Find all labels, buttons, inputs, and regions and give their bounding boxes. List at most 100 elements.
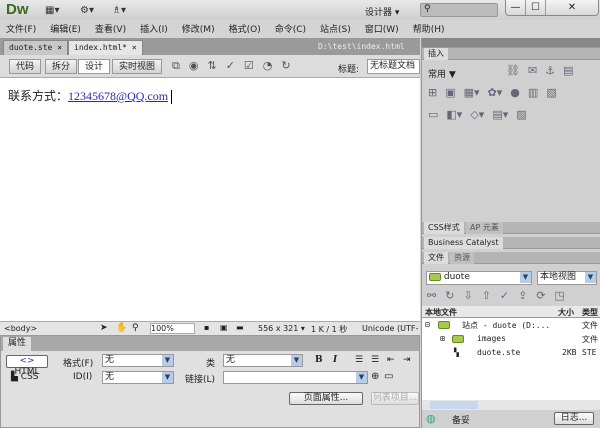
window-size[interactable]: 556 x 321 ▾ (258, 324, 305, 333)
hand-tool-icon[interactable]: ✋ (116, 323, 127, 333)
select-tool-icon[interactable]: ➤ (100, 323, 108, 333)
desktop-size-icon[interactable]: ▬ (236, 323, 244, 332)
layout-icon[interactable]: ▦▾ (45, 5, 59, 16)
gear-icon[interactable]: ⚙▾ (80, 5, 94, 16)
column-type[interactable]: 类型 (582, 307, 598, 318)
multiscreen-icon[interactable]: ⧉ (172, 59, 180, 73)
templates-icon[interactable]: ▤▾ (492, 108, 508, 121)
menu-window[interactable]: 窗口(W) (365, 22, 399, 35)
html-mode-button[interactable]: <> HTML (6, 355, 48, 377)
indent-icon[interactable]: ⇥ (403, 355, 411, 365)
close-icon[interactable]: × (132, 43, 137, 52)
menu-file[interactable]: 文件(F) (6, 22, 36, 35)
connect-icon[interactable]: ⚯ (427, 289, 436, 302)
browse-folder-icon[interactable]: ▭ (384, 371, 393, 382)
refresh-icon[interactable]: ↻ (281, 59, 290, 73)
page-properties-button[interactable]: 页面属性... (289, 392, 363, 405)
point-to-file-icon[interactable]: ⊕ (371, 371, 379, 382)
hyperlink-icon[interactable]: ⛓ (506, 64, 520, 77)
menu-help[interactable]: 帮助(H) (413, 22, 445, 35)
file-row-site[interactable]: ⊟ 站点 - duote (D:... 文件 (422, 320, 600, 332)
file-management-icon[interactable]: ⇅ (207, 59, 216, 73)
split-view-button[interactable]: 拆分 (45, 59, 78, 74)
tab-ap-elements[interactable]: AP 元素 (466, 222, 503, 234)
email-link-icon[interactable]: ✉ (528, 64, 537, 77)
browser-check-icon[interactable]: ☑ (244, 59, 254, 73)
workspace-switcher[interactable]: 设计器 ▾ (365, 5, 399, 18)
tab-index-html[interactable]: index.html* × (68, 40, 143, 55)
zoom-tool-icon[interactable]: ⚲ (132, 323, 139, 333)
table-icon[interactable]: ▤ (563, 64, 573, 77)
zoom-select[interactable]: 100% (150, 323, 195, 334)
menu-edit[interactable]: 编辑(E) (50, 22, 81, 35)
tab-files[interactable]: 文件 (424, 252, 448, 264)
tab-properties[interactable]: 属性 (3, 337, 32, 351)
menu-view[interactable]: 查看(V) (95, 22, 126, 35)
tablet-size-icon[interactable]: ▣ (220, 323, 228, 332)
widget-icon[interactable]: ● (510, 86, 520, 99)
anchor-icon[interactable]: ⚓ (545, 64, 555, 77)
refresh-icon[interactable]: ↻ (445, 289, 454, 302)
get-files-icon[interactable]: ⇩ (463, 289, 472, 302)
column-size[interactable]: 大小 (558, 307, 574, 318)
horizontal-scrollbar[interactable] (422, 400, 600, 410)
scrollbar-thumb[interactable] (430, 401, 478, 409)
design-view-button[interactable]: 设计 (78, 59, 111, 74)
id-select[interactable]: 无 ▼ (102, 371, 174, 384)
media-icon[interactable]: ✿▾ (488, 86, 503, 99)
minimize-button[interactable]: — (506, 0, 526, 15)
file-row-images[interactable]: ⊞ images 文件 (422, 334, 600, 346)
mobile-size-icon[interactable]: ▪ (204, 323, 209, 332)
file-row-duote-ste[interactable]: ▚ duote.ste 2KB STE (422, 348, 600, 360)
div-icon[interactable]: ⊞ (428, 86, 437, 99)
title-input[interactable]: 无标题文档 (367, 59, 420, 74)
tab-insert[interactable]: 插入 (424, 48, 448, 60)
expand-icon[interactable]: ◳ (555, 289, 565, 302)
log-button[interactable]: 日志... (554, 412, 594, 425)
format-select[interactable]: 无 ▼ (102, 354, 174, 367)
class-select[interactable]: 无 ▼ (223, 354, 303, 367)
tag-chooser-icon[interactable]: ▨ (516, 108, 526, 121)
ap-div-icon[interactable]: ▣ (445, 86, 455, 99)
design-canvas[interactable]: 联系方式：12345678@QQ.com (0, 78, 420, 321)
image-icon[interactable]: ▦▾ (464, 86, 480, 99)
view-select[interactable]: 本地视图 ▼ (537, 271, 597, 285)
check-in-icon[interactable]: ⇪ (518, 289, 527, 302)
italic-button[interactable]: I (333, 355, 337, 365)
expand-icon[interactable]: ⊞ (440, 334, 445, 343)
tab-assets[interactable]: 资源 (450, 252, 474, 264)
sync-icon[interactable]: ⟳ (536, 289, 545, 302)
menu-format[interactable]: 格式(O) (229, 22, 261, 35)
maximize-button[interactable]: ☐ (526, 0, 546, 15)
put-files-icon[interactable]: ⇧ (482, 289, 491, 302)
script-icon[interactable]: ◇▾ (470, 108, 484, 121)
preview-icon[interactable]: ◉ (189, 59, 199, 73)
bold-button[interactable]: B (315, 355, 323, 365)
tag-selector[interactable]: <body> (4, 324, 37, 333)
close-button[interactable]: ✕ (546, 0, 598, 15)
email-link[interactable]: 12345678@QQ.com (68, 89, 168, 103)
w3c-validation-icon[interactable]: ✓ (226, 59, 235, 73)
search-input[interactable]: ⚲ (420, 3, 498, 17)
live-view-button[interactable]: 实时视图 (112, 59, 163, 74)
ordered-list-icon[interactable]: ☰ (371, 355, 379, 365)
unordered-list-icon[interactable]: ☰ (355, 355, 363, 365)
tab-css-styles[interactable]: CSS样式 (424, 222, 464, 234)
site-icon[interactable]: ♗▾ (112, 5, 126, 16)
insert-category-select[interactable]: 常用 ▼ (428, 67, 456, 80)
head-icon[interactable]: ◧▾ (446, 108, 462, 121)
close-icon[interactable]: × (57, 43, 62, 52)
date-icon[interactable]: ▥ (528, 86, 538, 99)
menu-commands[interactable]: 命令(C) (275, 22, 306, 35)
tab-duote-ste[interactable]: duote.ste × (3, 40, 69, 55)
code-view-button[interactable]: 代码 (9, 59, 42, 74)
collapse-icon[interactable]: ⊟ (425, 320, 430, 329)
site-select[interactable]: duote ▼ (426, 271, 532, 285)
comment-icon[interactable]: ▭ (428, 108, 438, 121)
outdent-icon[interactable]: ⇤ (387, 355, 395, 365)
column-local-files[interactable]: 本地文件 (425, 307, 457, 318)
tab-business-catalyst[interactable]: Business Catalyst (424, 237, 503, 249)
menu-modify[interactable]: 修改(M) (182, 22, 215, 35)
check-out-icon[interactable]: ✓ (500, 289, 509, 302)
menu-insert[interactable]: 插入(I) (140, 22, 168, 35)
